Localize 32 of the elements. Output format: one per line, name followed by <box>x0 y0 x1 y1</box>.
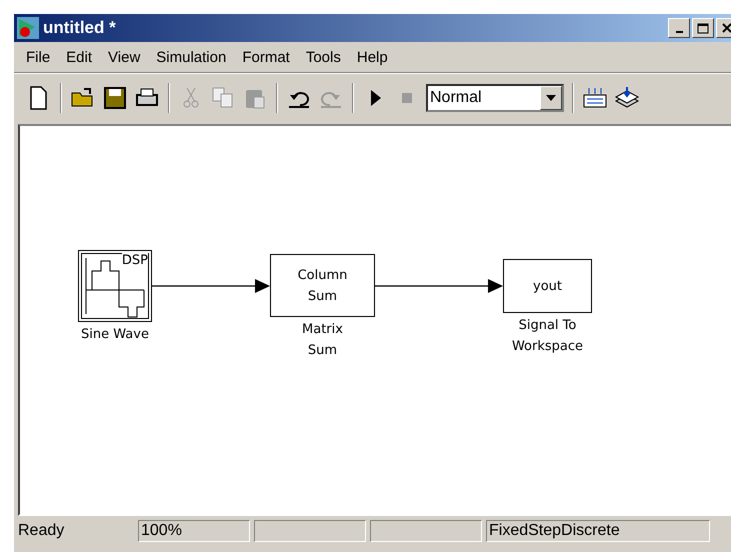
sine-wave-block[interactable]: DSP <box>78 250 152 322</box>
block-label: Matrix <box>301 321 344 339</box>
block-label: Signal To <box>518 317 578 335</box>
menu-item[interactable]: Tools <box>298 48 349 66</box>
menu-item[interactable]: View <box>100 48 148 66</box>
maximize-icon <box>697 22 709 34</box>
model-block[interactable]: Column Sum <box>270 254 375 317</box>
status-field: FixedStepDiscrete <box>486 520 710 542</box>
menu-item[interactable]: File <box>18 48 58 66</box>
menu-item[interactable]: Help <box>348 48 396 66</box>
mode-dropdown[interactable]: Normal <box>426 84 564 112</box>
block-label: Sum <box>306 342 338 360</box>
menu-item[interactable]: Format <box>234 48 298 66</box>
close-icon <box>722 23 731 33</box>
menu-item[interactable]: Edit <box>58 48 100 66</box>
app-icon <box>17 17 39 39</box>
block-text: yout <box>533 278 562 296</box>
dropdown-arrow-icon <box>546 95 556 101</box>
block-label: Workspace <box>510 338 584 356</box>
maximize-button[interactable] <box>692 18 714 38</box>
window-title: untitled * <box>43 18 116 38</box>
block-label: Sine Wave <box>80 326 150 344</box>
block-text: Column <box>298 266 348 284</box>
minimize-icon <box>676 31 682 33</box>
menu-item[interactable]: Simulation <box>148 48 234 66</box>
status-text: Ready <box>17 522 66 540</box>
model-block[interactable]: yout <box>503 259 592 313</box>
status-field: 100% <box>138 520 250 542</box>
sine-wave-block-drawing <box>81 253 149 319</box>
minimize-button[interactable] <box>668 18 690 38</box>
save-icon[interactable] <box>102 85 128 111</box>
block-text: Sum <box>308 288 338 306</box>
